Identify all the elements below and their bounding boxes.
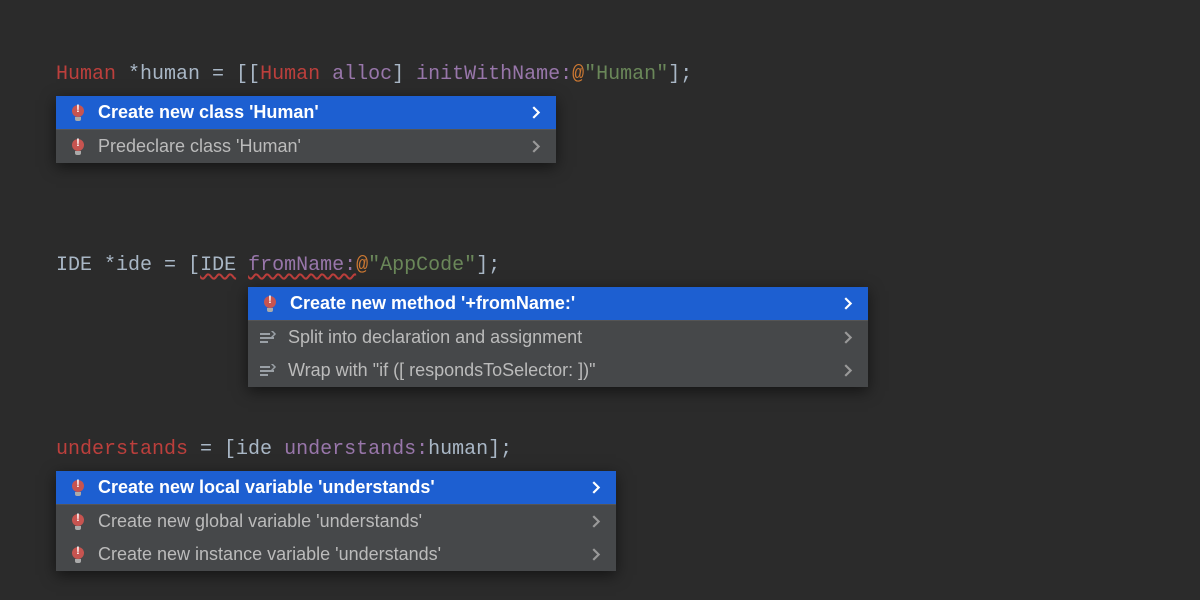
code-token-error: understands <box>56 438 188 461</box>
intention-item-create-local[interactable]: Create new local variable 'understands' <box>56 471 616 504</box>
intention-item-create-global[interactable]: Create new global variable 'understands' <box>56 504 616 538</box>
intention-label: Wrap with "if ([ respondsToSelector: ])" <box>288 360 834 381</box>
code-token-type: IDE <box>200 254 236 277</box>
intention-label: Create new local variable 'understands' <box>98 477 582 498</box>
code-token-string: " <box>656 63 668 86</box>
code-token-var: human <box>140 63 200 86</box>
intention-label: Create new class 'Human' <box>98 102 522 123</box>
intention-label: Predeclare class 'Human' <box>98 136 522 157</box>
code-token: = [[ <box>200 63 260 86</box>
code-token-selector: understands: <box>284 438 428 461</box>
chevron-right-icon <box>592 481 602 495</box>
intention-icon <box>260 331 278 345</box>
code-token: = [ <box>152 254 200 277</box>
intention-item-split[interactable]: Split into declaration and assignment <box>248 321 868 354</box>
intention-label: Create new instance variable 'understand… <box>98 544 582 565</box>
code-token-type: IDE <box>56 254 92 277</box>
bulb-error-icon <box>68 137 88 157</box>
code-token: * <box>92 254 116 277</box>
code-token-string: Human <box>596 63 656 86</box>
chevron-right-icon <box>592 515 602 529</box>
code-token-var: ide <box>236 438 272 461</box>
code-token-type: Human <box>56 63 116 86</box>
chevron-right-icon <box>532 140 542 154</box>
intention-popup-3: Create new local variable 'understands' … <box>56 471 616 571</box>
intention-popup-2: Create new method '+fromName:' Split int… <box>248 287 868 387</box>
intention-item-predeclare-class[interactable]: Predeclare class 'Human' <box>56 129 556 163</box>
code-token-string: AppCode <box>380 254 464 277</box>
chevron-right-icon <box>592 548 602 562</box>
chevron-right-icon <box>844 297 854 311</box>
code-token: ]; <box>476 254 500 277</box>
code-token: ] <box>392 63 404 86</box>
code-line-2: IDE *ide = [IDE fromName:@"AppCode"]; <box>56 221 1200 281</box>
code-line-1: Human *human = [[Human alloc] initWithNa… <box>56 30 1200 90</box>
code-token <box>236 254 248 277</box>
bulb-error-icon <box>260 294 280 314</box>
code-token-string: " <box>368 254 380 277</box>
code-token: ]; <box>668 63 692 86</box>
code-token: * <box>116 63 140 86</box>
code-token-type: Human <box>260 63 320 86</box>
intention-item-wrap[interactable]: Wrap with "if ([ respondsToSelector: ])" <box>248 354 868 387</box>
code-token: ]; <box>488 438 512 461</box>
code-token-selector: alloc <box>320 63 392 86</box>
code-token <box>272 438 284 461</box>
code-token-string: " <box>584 63 596 86</box>
chevron-right-icon <box>844 331 854 345</box>
code-token-selector: fromName: <box>248 254 356 277</box>
intention-label: Split into declaration and assignment <box>288 327 834 348</box>
bulb-error-icon <box>68 103 88 123</box>
code-token-selector: initWithName: <box>404 63 572 86</box>
code-token: @ <box>356 254 368 277</box>
code-token-var: human <box>428 438 488 461</box>
intention-item-create-method[interactable]: Create new method '+fromName:' <box>248 287 868 320</box>
intention-item-create-class[interactable]: Create new class 'Human' <box>56 96 556 129</box>
bulb-error-icon <box>68 478 88 498</box>
intention-label: Create new global variable 'understands' <box>98 511 582 532</box>
chevron-right-icon <box>532 106 542 120</box>
chevron-right-icon <box>844 364 854 378</box>
intention-label: Create new method '+fromName:' <box>290 293 834 314</box>
code-line-3: understands = [ide understands:human]; <box>56 405 1200 465</box>
intention-icon <box>260 364 278 378</box>
code-token: @ <box>572 63 584 86</box>
code-token-var: ide <box>116 254 152 277</box>
code-token-string: " <box>464 254 476 277</box>
bulb-error-icon <box>68 545 88 565</box>
intention-popup-1: Create new class 'Human' Predeclare clas… <box>56 96 556 163</box>
bulb-error-icon <box>68 512 88 532</box>
intention-item-create-instance[interactable]: Create new instance variable 'understand… <box>56 538 616 571</box>
code-token: = [ <box>188 438 236 461</box>
